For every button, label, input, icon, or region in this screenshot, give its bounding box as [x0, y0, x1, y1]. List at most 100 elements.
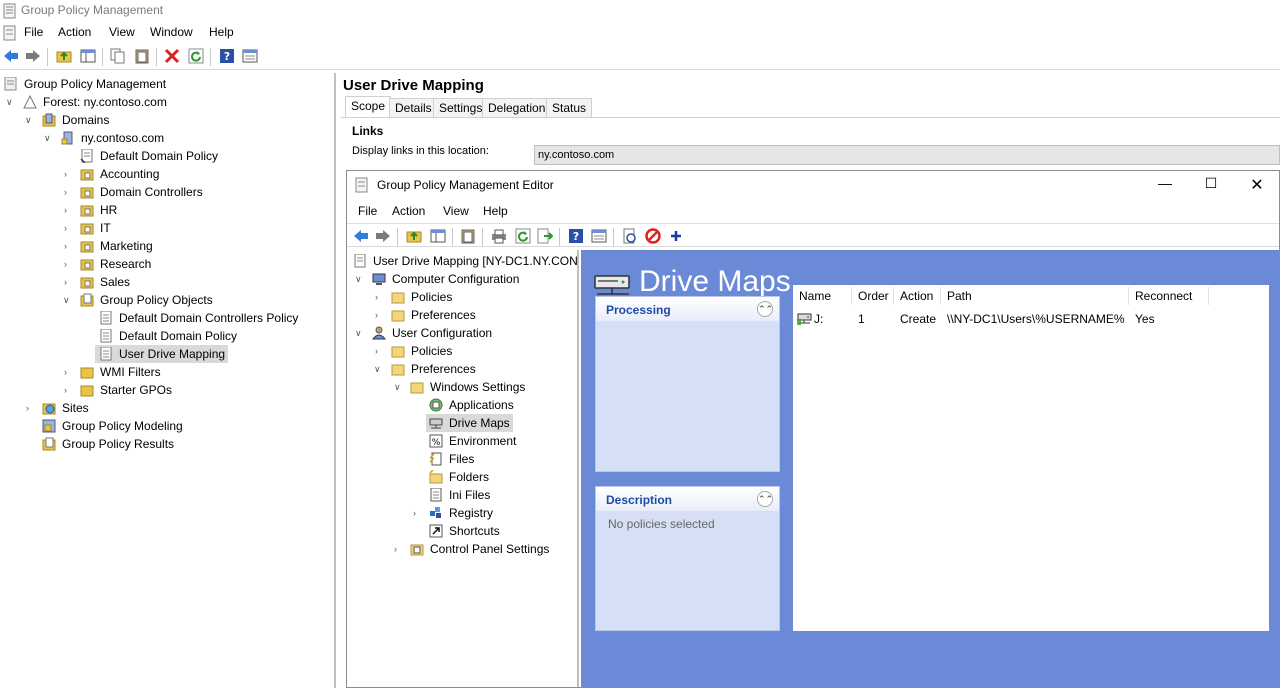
- chevron-down-icon[interactable]: ∨: [374, 360, 381, 378]
- chevron-right-icon[interactable]: ›: [64, 183, 67, 201]
- editor-tree-computer-config[interactable]: ∨ Computer Configuration: [347, 270, 579, 288]
- chevron-right-icon[interactable]: ›: [394, 540, 397, 558]
- properties-icon[interactable]: [242, 48, 258, 64]
- paste-icon[interactable]: [134, 48, 150, 64]
- maximize-button[interactable]: ☐: [1201, 175, 1221, 192]
- tab-status[interactable]: Status: [546, 98, 593, 117]
- chevron-right-icon[interactable]: ›: [64, 255, 67, 273]
- tree-node-group-policy-objects[interactable]: ∨ Group Policy Objects: [0, 291, 330, 309]
- display-links-dropdown[interactable]: ny.contoso.com: [534, 145, 1280, 165]
- tree-node-domain-controllers[interactable]: › Domain Controllers: [0, 183, 330, 201]
- chevron-down-icon[interactable]: ∨: [6, 93, 13, 111]
- editor-tree-drive-maps[interactable]: Drive Maps: [426, 414, 513, 432]
- editor-tree-windows-settings[interactable]: ∨ Windows Settings: [347, 378, 579, 396]
- menu-window[interactable]: Window: [150, 25, 193, 39]
- tree-node-gp-modeling[interactable]: Group Policy Modeling: [0, 417, 330, 435]
- minimize-button[interactable]: —: [1155, 175, 1175, 191]
- tab-details[interactable]: Details: [389, 98, 438, 117]
- show-hide-tree-icon[interactable]: [430, 228, 446, 244]
- editor-tree-cc-policies[interactable]: › Policies: [347, 288, 579, 306]
- editor-tree-registry[interactable]: › Registry: [347, 504, 579, 522]
- chevron-right-icon[interactable]: ›: [375, 288, 378, 306]
- editor-tree-root[interactable]: User Drive Mapping [NY-DC1.NY.CON: [347, 252, 579, 270]
- column-path[interactable]: Path: [947, 289, 972, 303]
- chevron-right-icon[interactable]: ›: [64, 201, 67, 219]
- tree-node-forest[interactable]: ∨ Forest: ny.contoso.com: [0, 93, 330, 111]
- column-name[interactable]: Name: [799, 289, 831, 303]
- editor-menu-view[interactable]: View: [443, 204, 469, 218]
- chevron-down-icon[interactable]: ∨: [44, 129, 51, 147]
- chevron-right-icon[interactable]: ›: [413, 504, 416, 522]
- editor-menu-file[interactable]: File: [358, 204, 377, 218]
- chevron-right-icon[interactable]: ›: [26, 399, 29, 417]
- column-separator[interactable]: [851, 287, 852, 305]
- properties-icon[interactable]: [591, 228, 607, 244]
- editor-tree-cc-preferences[interactable]: › Preferences: [347, 306, 579, 324]
- back-icon[interactable]: [353, 228, 369, 244]
- refresh-icon[interactable]: [515, 228, 531, 244]
- chevron-down-icon[interactable]: ∨: [394, 378, 401, 396]
- chevron-right-icon[interactable]: ›: [64, 237, 67, 255]
- show-hide-tree-icon[interactable]: [80, 48, 96, 64]
- tab-settings[interactable]: Settings: [433, 98, 489, 117]
- tree-node-default-domain-policy-link[interactable]: Default Domain Policy: [0, 147, 330, 165]
- editor-tree-uc-policies[interactable]: › Policies: [347, 342, 579, 360]
- chevron-right-icon[interactable]: ›: [375, 342, 378, 360]
- editor-tree-ini-files[interactable]: Ini Files: [347, 486, 579, 504]
- editor-tree-files[interactable]: Files: [347, 450, 579, 468]
- up-folder-icon[interactable]: [406, 228, 422, 244]
- editor-tree-folders[interactable]: Folders: [347, 468, 579, 486]
- table-row[interactable]: J: 1 Create \\NY-DC1\Users\%USERNAME% Ye…: [793, 307, 1269, 329]
- menu-help[interactable]: Help: [209, 25, 234, 39]
- editor-tree-control-panel[interactable]: › Control Panel Settings: [347, 540, 579, 558]
- tree-node-research[interactable]: › Research: [0, 255, 330, 273]
- editor-tree-uc-preferences[interactable]: ∨ Preferences: [347, 360, 579, 378]
- column-reconnect[interactable]: Reconnect: [1135, 289, 1192, 303]
- tree-node-accounting[interactable]: › Accounting: [0, 165, 330, 183]
- chevron-down-icon[interactable]: ∨: [63, 291, 70, 309]
- editor-tree-applications[interactable]: Applications: [347, 396, 579, 414]
- column-separator[interactable]: [1208, 287, 1209, 305]
- editor-menu-action[interactable]: Action: [392, 204, 425, 218]
- tree-node-it[interactable]: › IT: [0, 219, 330, 237]
- chevron-right-icon[interactable]: ›: [375, 306, 378, 324]
- column-action[interactable]: Action: [900, 289, 933, 303]
- chevron-down-icon[interactable]: ∨: [355, 324, 362, 342]
- tab-delegation[interactable]: Delegation: [482, 98, 552, 117]
- tree-node-gp-results[interactable]: Group Policy Results: [0, 435, 330, 453]
- menu-action[interactable]: Action: [58, 25, 91, 39]
- tab-scope[interactable]: Scope: [345, 96, 392, 117]
- forward-icon[interactable]: [25, 48, 41, 64]
- collapse-processing-button[interactable]: ⌃⌃: [757, 301, 773, 317]
- close-button[interactable]: ✕: [1247, 175, 1267, 195]
- chevron-down-icon[interactable]: ∨: [25, 111, 32, 129]
- tree-node-sales[interactable]: › Sales: [0, 273, 330, 291]
- chevron-right-icon[interactable]: ›: [64, 273, 67, 291]
- tree-node-gpo-default-dc-policy[interactable]: Default Domain Controllers Policy: [0, 309, 330, 327]
- forward-icon[interactable]: [375, 228, 391, 244]
- chevron-right-icon[interactable]: ›: [64, 219, 67, 237]
- column-separator[interactable]: [1128, 287, 1129, 305]
- collapse-description-button[interactable]: ⌃⌃: [757, 491, 773, 507]
- copy-icon[interactable]: [110, 48, 126, 64]
- delete-icon[interactable]: [164, 48, 180, 64]
- chevron-right-icon[interactable]: ›: [64, 165, 67, 183]
- help-icon[interactable]: ?: [219, 48, 235, 64]
- chevron-right-icon[interactable]: ›: [64, 381, 67, 399]
- tree-node-marketing[interactable]: › Marketing: [0, 237, 330, 255]
- tree-node-starter-gpos[interactable]: › Starter GPOs: [0, 381, 330, 399]
- tree-node-domain[interactable]: ∨ ny.contoso.com: [0, 129, 330, 147]
- up-folder-icon[interactable]: [56, 48, 72, 64]
- add-icon[interactable]: [668, 228, 684, 244]
- new-item-icon[interactable]: [622, 228, 638, 244]
- help-icon[interactable]: ?: [568, 228, 584, 244]
- editor-tree-environment[interactable]: % Environment: [347, 432, 579, 450]
- tree-node-sites[interactable]: › Sites: [0, 399, 330, 417]
- refresh-icon[interactable]: [188, 48, 204, 64]
- tree-node-hr[interactable]: › HR: [0, 201, 330, 219]
- export-list-icon[interactable]: [537, 228, 553, 244]
- paste-icon[interactable]: [460, 228, 476, 244]
- back-icon[interactable]: [3, 48, 19, 64]
- tree-node-gpo-user-drive-mapping[interactable]: User Drive Mapping: [95, 345, 228, 363]
- print-icon[interactable]: [491, 228, 507, 244]
